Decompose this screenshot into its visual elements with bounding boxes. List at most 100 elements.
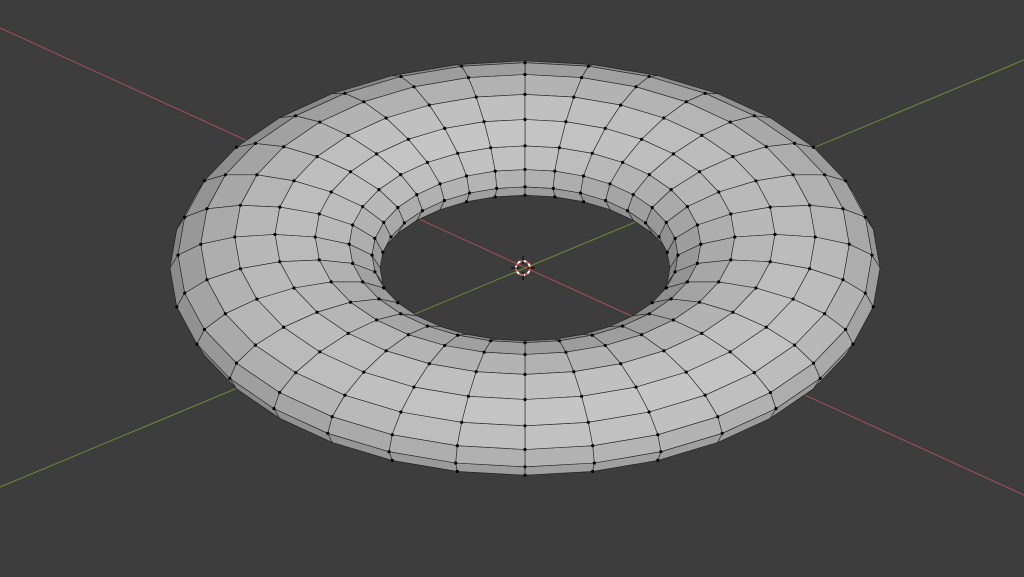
mesh-vertex[interactable] <box>523 397 527 402</box>
mesh-face[interactable] <box>274 234 320 263</box>
mesh-vertex[interactable] <box>697 170 702 174</box>
mesh-vertex[interactable] <box>791 173 795 177</box>
mesh-vertex[interactable] <box>523 372 527 376</box>
mesh-vertex[interactable] <box>482 120 486 124</box>
mesh-vertex[interactable] <box>657 235 661 239</box>
mesh-face[interactable] <box>494 169 526 189</box>
mesh-vertex[interactable] <box>493 169 497 173</box>
mesh-vertex[interactable] <box>700 133 704 137</box>
mesh-vertex[interactable] <box>590 151 594 155</box>
mesh-vertex[interactable] <box>631 193 635 197</box>
mesh-vertex[interactable] <box>425 160 429 164</box>
mesh-vertex[interactable] <box>580 76 584 80</box>
mesh-face[interactable] <box>769 205 816 238</box>
mesh-vertex[interactable] <box>676 253 680 257</box>
mesh-vertex[interactable] <box>195 342 199 346</box>
mesh-vertex[interactable] <box>870 253 874 257</box>
mesh-vertex[interactable] <box>292 286 296 290</box>
mesh-vertex[interactable] <box>489 146 493 150</box>
mesh-vertex[interactable] <box>396 301 400 305</box>
mesh-vertex[interactable] <box>580 394 584 398</box>
mesh-vertex[interactable] <box>493 195 497 199</box>
mesh-vertex[interactable] <box>351 223 355 227</box>
mesh-vertex[interactable] <box>415 193 419 197</box>
mesh-vertex[interactable] <box>282 145 286 149</box>
mesh-vertex[interactable] <box>774 407 778 411</box>
mesh-vertex[interactable] <box>343 393 347 397</box>
mesh-vertex[interactable] <box>482 350 486 354</box>
mesh-vertex[interactable] <box>377 297 381 301</box>
mesh-face[interactable] <box>524 395 589 427</box>
mesh-vertex[interactable] <box>592 461 596 465</box>
mesh-vertex[interactable] <box>425 324 429 328</box>
mesh-vertex[interactable] <box>841 207 845 211</box>
mesh-vertex[interactable] <box>489 339 493 343</box>
mesh-vertex[interactable] <box>551 186 555 190</box>
mesh-vertex[interactable] <box>318 350 322 354</box>
mesh-vertex[interactable] <box>348 170 353 174</box>
mesh-face[interactable] <box>730 234 776 263</box>
mesh-vertex[interactable] <box>427 103 431 107</box>
mesh-vertex[interactable] <box>808 203 812 207</box>
mesh-face[interactable] <box>234 205 281 238</box>
mesh-vertex[interactable] <box>399 312 403 316</box>
mesh-face[interactable] <box>461 395 526 427</box>
mesh-vertex[interactable] <box>863 215 867 219</box>
mesh-vertex[interactable] <box>811 145 816 149</box>
mesh-vertex[interactable] <box>793 141 797 145</box>
mesh-vertex[interactable] <box>438 182 442 186</box>
mesh-vertex[interactable] <box>523 185 527 189</box>
mesh-vertex[interactable] <box>619 362 623 366</box>
mesh-vertex[interactable] <box>464 174 469 178</box>
mesh-vertex[interactable] <box>523 72 527 77</box>
mesh-vertex[interactable] <box>382 286 386 290</box>
mesh-vertex[interactable] <box>752 114 756 118</box>
mesh-vertex[interactable] <box>381 250 385 254</box>
mesh-vertex[interactable] <box>523 117 527 122</box>
mesh-vertex[interactable] <box>351 261 355 265</box>
mesh-face[interactable] <box>524 145 560 172</box>
mesh-vertex[interactable] <box>455 444 459 448</box>
mesh-vertex[interactable] <box>717 280 721 284</box>
mesh-vertex[interactable] <box>621 160 625 164</box>
mesh-vertex[interactable] <box>808 267 812 271</box>
mesh-vertex[interactable] <box>464 200 469 204</box>
mesh-vertex[interactable] <box>443 126 447 130</box>
mesh-vertex[interactable] <box>495 186 499 190</box>
mesh-vertex[interactable] <box>370 253 374 257</box>
mesh-vertex[interactable] <box>406 137 410 141</box>
mesh-vertex[interactable] <box>656 433 660 437</box>
mesh-vertex[interactable] <box>523 61 527 65</box>
mesh-vertex[interactable] <box>183 215 187 219</box>
viewport-scene[interactable] <box>0 0 1024 577</box>
mesh-vertex[interactable] <box>659 450 663 454</box>
mesh-vertex[interactable] <box>361 280 365 284</box>
mesh-vertex[interactable] <box>390 458 394 462</box>
mesh-vertex[interactable] <box>412 385 416 389</box>
mesh-vertex[interactable] <box>223 173 227 177</box>
mesh-vertex[interactable] <box>329 190 333 194</box>
mesh-vertex[interactable] <box>199 242 203 246</box>
mesh-face[interactable] <box>490 145 526 172</box>
mesh-vertex[interactable] <box>373 270 377 274</box>
mesh-vertex[interactable] <box>871 305 875 309</box>
mesh-vertex[interactable] <box>647 312 651 316</box>
mesh-vertex[interactable] <box>818 376 822 380</box>
mesh-vertex[interactable] <box>375 318 379 322</box>
mesh-vertex[interactable] <box>474 370 478 374</box>
mesh-vertex[interactable] <box>373 236 377 240</box>
mesh-vertex[interactable] <box>427 362 431 366</box>
mesh-vertex[interactable] <box>603 343 607 348</box>
mesh-vertex[interactable] <box>175 305 179 309</box>
mesh-vertex[interactable] <box>634 85 638 89</box>
mesh-vertex[interactable] <box>752 371 756 375</box>
mesh-vertex[interactable] <box>387 450 391 454</box>
mesh-vertex[interactable] <box>313 235 317 239</box>
mesh-vertex[interactable] <box>253 141 257 145</box>
mesh-vertex[interactable] <box>255 173 259 177</box>
mesh-vertex[interactable] <box>664 220 668 224</box>
mesh-vertex[interactable] <box>656 458 660 462</box>
mesh-vertex[interactable] <box>581 200 586 204</box>
mesh-vertex[interactable] <box>684 370 688 374</box>
mesh-vertex[interactable] <box>346 331 350 335</box>
